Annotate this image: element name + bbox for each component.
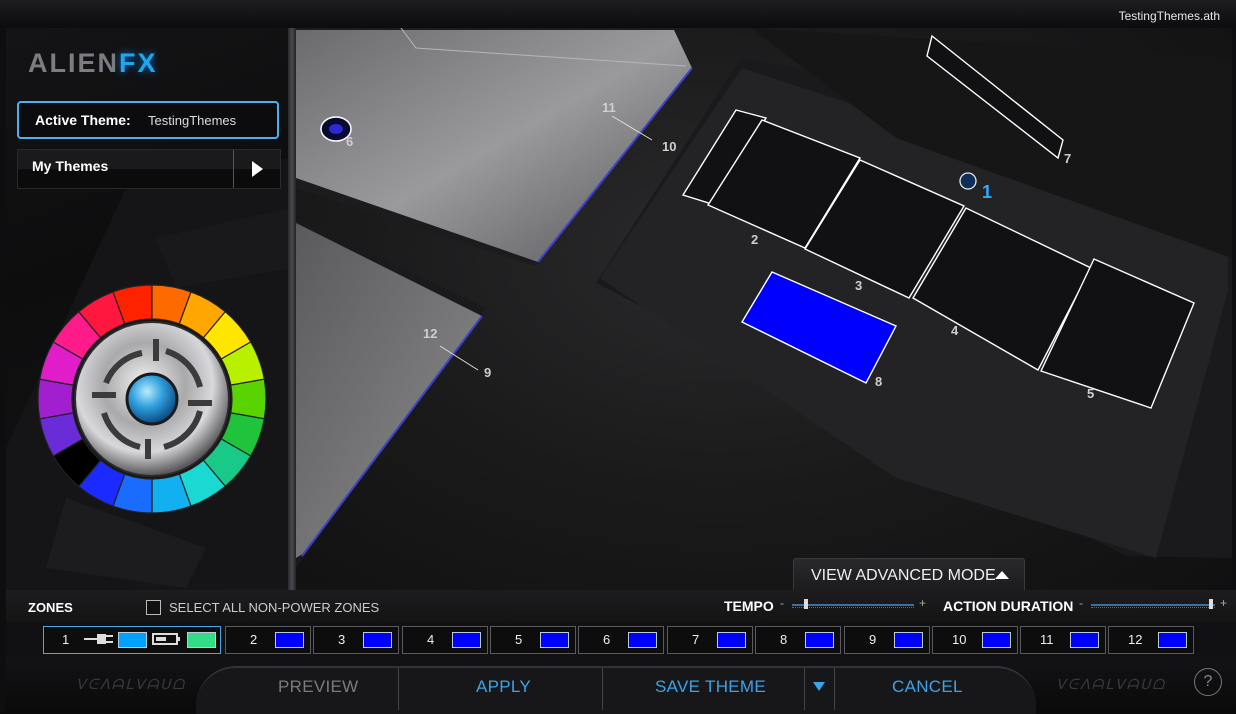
zone-6-selector[interactable]: 6 xyxy=(578,626,664,654)
zone-12-selector[interactable]: 12 xyxy=(1108,626,1194,654)
my-themes-button[interactable]: My Themes xyxy=(17,149,281,189)
zone-color-swatch[interactable] xyxy=(982,632,1011,648)
zone-5-selector[interactable]: 5 xyxy=(490,626,576,654)
title-bar: TestingThemes.ath xyxy=(0,0,1236,28)
file-name: TestingThemes.ath xyxy=(1118,9,1220,23)
ac-power-plug-icon xyxy=(84,632,114,646)
zone-label-9: 9 xyxy=(484,365,491,380)
panel-divider xyxy=(288,28,296,590)
zone-label-4: 4 xyxy=(951,323,959,338)
zone-label-2: 2 xyxy=(751,232,758,247)
select-all-checkbox[interactable] xyxy=(146,600,161,615)
alienfx-logo: ALIENFX xyxy=(28,48,158,78)
action-duration-slider[interactable]: - + xyxy=(1079,596,1227,612)
zone-number: 11 xyxy=(1040,632,1054,647)
zone-color-swatch[interactable] xyxy=(275,632,304,648)
zone-8-selector[interactable]: 8 xyxy=(755,626,841,654)
action-bar: ᐯᕮᐱᗩᒪᐯᗩᑌᗝ PREVIEW APPLY SAVE THEME CANCE… xyxy=(6,658,1236,714)
zone-label-10: 10 xyxy=(662,139,676,154)
save-theme-dropdown-icon[interactable] xyxy=(813,682,825,691)
cancel-button[interactable]: CANCEL xyxy=(892,677,963,697)
bottom-panel: ZONES SELECT ALL NON-POWER ZONES TEMPO -… xyxy=(6,590,1236,714)
zones-header: ZONES SELECT ALL NON-POWER ZONES TEMPO -… xyxy=(6,590,1236,622)
zone-label-12: 12 xyxy=(423,326,437,341)
zone-1-selector[interactable]: 1 xyxy=(43,626,221,654)
alienware-wordmark-left: ᐯᕮᐱᗩᒪᐯᗩᑌᗝ xyxy=(76,676,187,692)
zone-4-selector[interactable]: 4 xyxy=(402,626,488,654)
laptop-illustration: 123456789101112 xyxy=(296,28,1232,568)
zone-label-1: 1 xyxy=(982,182,992,202)
preview-button[interactable]: PREVIEW xyxy=(278,677,359,697)
zone-number: 2 xyxy=(250,632,258,647)
selected-color-orb[interactable] xyxy=(125,372,179,426)
apply-button[interactable]: APPLY xyxy=(476,677,531,697)
zone-number: 4 xyxy=(427,632,435,647)
select-all-label: SELECT ALL NON-POWER ZONES xyxy=(169,600,380,615)
zone-color-swatch[interactable] xyxy=(540,632,569,648)
action-duration-slider-thumb[interactable] xyxy=(1208,599,1213,609)
active-theme-value: TestingThemes xyxy=(148,113,237,128)
zone-label-7: 7 xyxy=(1064,151,1071,166)
zone-1-ac-color-swatch[interactable] xyxy=(118,632,147,648)
zone-number: 1 xyxy=(62,632,70,647)
zone-number: 10 xyxy=(952,632,967,647)
color-wheel-segment[interactable] xyxy=(230,378,267,420)
zone-7-selector[interactable]: 7 xyxy=(667,626,753,654)
zone-label-3: 3 xyxy=(855,278,862,293)
action-duration-label: ACTION DURATION xyxy=(943,598,1074,614)
zone-color-swatch[interactable] xyxy=(805,632,834,648)
zone-color-swatch[interactable] xyxy=(1158,632,1187,648)
zone-number: 9 xyxy=(869,632,877,647)
alienware-wordmark-right: ᐯᕮᐱᗩᒪᐯᗩᑌᗝ xyxy=(1056,676,1167,692)
zone-label-5: 5 xyxy=(1087,386,1094,401)
tempo-slider-thumb[interactable] xyxy=(804,599,809,609)
sidebar: ALIENFX Active Theme: TestingThemes My T… xyxy=(6,28,290,590)
zone-label-6: 6 xyxy=(346,134,353,149)
zone-label-11: 11 xyxy=(602,100,616,115)
battery-icon xyxy=(152,632,182,646)
zone-color-swatch[interactable] xyxy=(452,632,481,648)
zone-1-battery-color-swatch[interactable] xyxy=(187,632,216,648)
help-button[interactable]: ? xyxy=(1194,668,1222,696)
zone-color-swatch[interactable] xyxy=(363,632,392,648)
triangle-up-icon xyxy=(995,571,1009,579)
zone-1-power-button xyxy=(959,172,977,190)
zone-label-8: 8 xyxy=(875,374,882,389)
zone-9-selector[interactable]: 9 xyxy=(844,626,930,654)
zone-color-swatch[interactable] xyxy=(717,632,746,648)
play-arrow-icon[interactable] xyxy=(233,150,280,188)
zone-11-selector[interactable]: 11 xyxy=(1020,626,1106,654)
color-wheel[interactable] xyxy=(36,283,268,515)
zone-3-selector[interactable]: 3 xyxy=(313,626,399,654)
zone-color-swatch[interactable] xyxy=(894,632,923,648)
tempo-label: TEMPO xyxy=(724,598,774,614)
tempo-slider[interactable]: - + xyxy=(780,596,926,612)
save-theme-button[interactable]: SAVE THEME xyxy=(655,677,766,697)
zone-number: 3 xyxy=(338,632,346,647)
zone-color-swatch[interactable] xyxy=(628,632,657,648)
my-themes-label: My Themes xyxy=(32,158,109,174)
zone-2-selector[interactable]: 2 xyxy=(225,626,311,654)
zone-number: 7 xyxy=(692,632,700,647)
zone-10-selector[interactable]: 10 xyxy=(932,626,1018,654)
alienfx-window: TestingThemes.ath ALIENFX Active Theme: … xyxy=(0,0,1236,714)
zone-number: 5 xyxy=(515,632,523,647)
laptop-scene: 1 2 3 4 5 6 7 8 9 10 11 12 VIEW ADVANCED MODE xyxy=(296,28,1232,590)
zone-number: 8 xyxy=(780,632,788,647)
zone-number: 6 xyxy=(603,632,611,647)
zones-label: ZONES xyxy=(28,600,73,615)
zone-color-swatch[interactable] xyxy=(1070,632,1099,648)
color-wheel-segment[interactable] xyxy=(37,378,74,420)
active-theme-label: Active Theme: xyxy=(35,112,131,128)
view-advanced-mode-button[interactable]: VIEW ADVANCED MODE xyxy=(793,558,1025,590)
active-theme-box[interactable]: Active Theme: TestingThemes xyxy=(17,101,279,139)
zone-number: 12 xyxy=(1128,632,1143,647)
zone-strip: 1 2 3 4 5 6 7 8 9 10 11 12 xyxy=(6,622,1236,658)
